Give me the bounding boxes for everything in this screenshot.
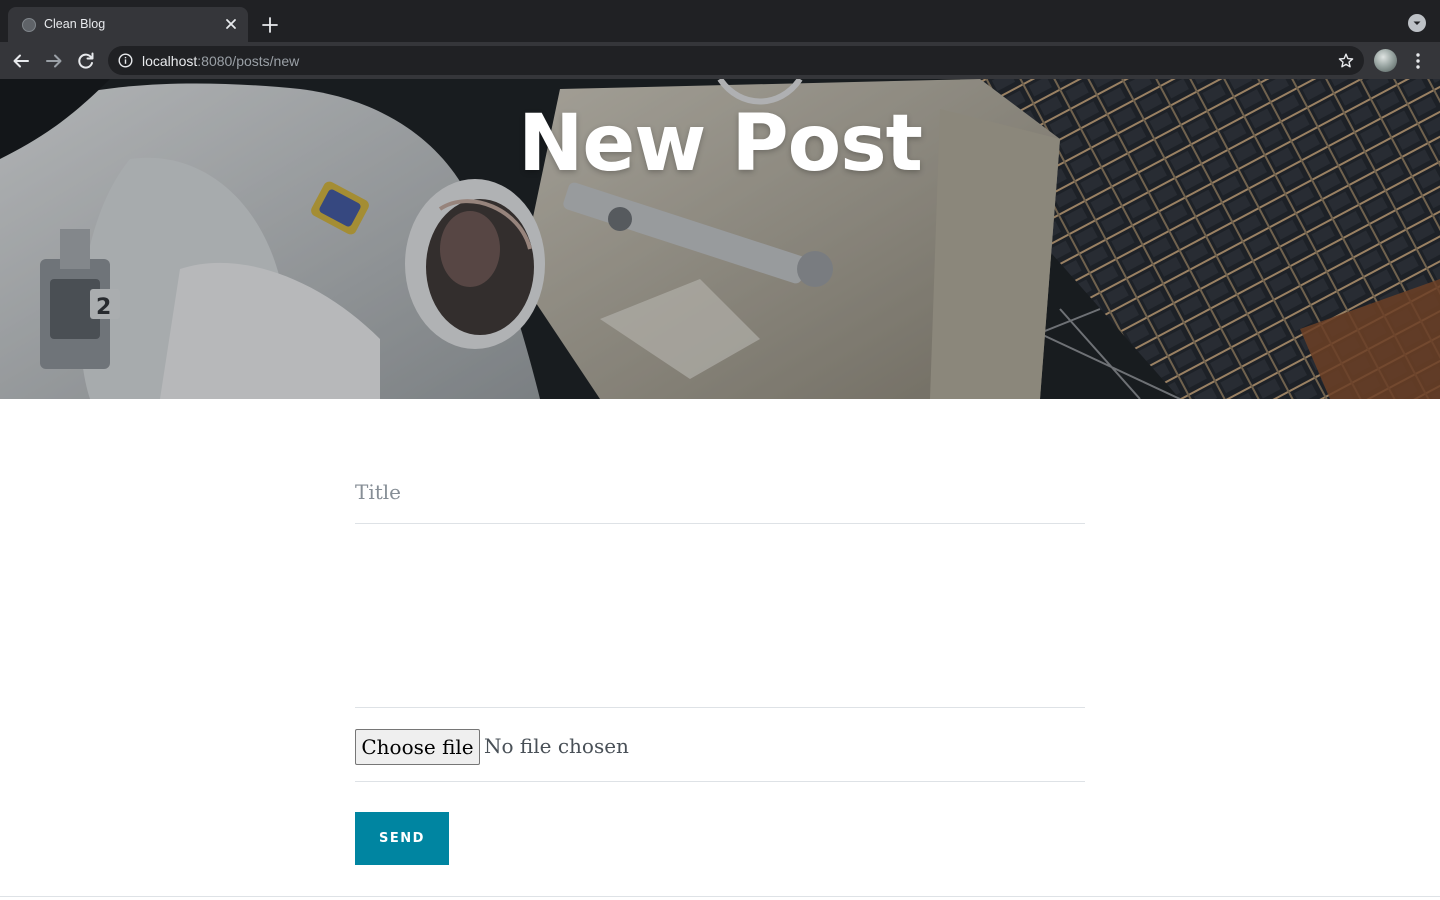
url-path: :8080/posts/new	[197, 53, 300, 69]
page-title: New Post	[518, 99, 923, 189]
star-icon[interactable]	[1337, 52, 1355, 70]
chevron-down-icon	[1413, 21, 1421, 25]
browser-toolbar: localhost:8080/posts/new	[0, 42, 1440, 79]
close-icon[interactable]	[222, 15, 240, 33]
plus-icon	[262, 17, 278, 33]
kebab-menu-icon[interactable]	[1410, 50, 1426, 72]
body-field-group	[355, 524, 1085, 708]
reload-button[interactable]	[73, 48, 99, 74]
info-icon[interactable]	[118, 53, 133, 68]
browser-tabstrip: Clean Blog	[0, 0, 1440, 42]
title-input[interactable]	[355, 476, 1085, 508]
title-field-group	[355, 462, 1085, 524]
globe-icon	[22, 18, 36, 32]
forward-button[interactable]	[41, 48, 67, 74]
profile-avatar[interactable]	[1374, 49, 1397, 72]
arrow-left-icon	[13, 54, 29, 68]
choose-file-button[interactable]: Choose file	[355, 729, 480, 765]
url-host: localhost	[142, 53, 198, 69]
url-text[interactable]: localhost:8080/posts/new	[142, 53, 299, 69]
back-button[interactable]	[8, 48, 34, 74]
arrow-right-icon	[46, 54, 62, 68]
tab-title: Clean Blog	[44, 17, 106, 31]
footer-divider	[0, 896, 1440, 897]
tab-search-button[interactable]	[1408, 14, 1426, 32]
address-bar[interactable]: localhost:8080/posts/new	[108, 46, 1364, 75]
new-tab-button[interactable]	[258, 13, 282, 37]
image-upload-group: Choose file No file chosen	[355, 708, 1085, 782]
send-button[interactable]: SEND	[355, 812, 449, 865]
page-header: 2 New Post	[0, 79, 1440, 399]
browser-tab[interactable]: Clean Blog	[8, 7, 248, 42]
file-status-text: No file chosen	[484, 734, 629, 758]
body-textarea[interactable]	[355, 538, 1085, 698]
reload-icon	[78, 52, 94, 69]
